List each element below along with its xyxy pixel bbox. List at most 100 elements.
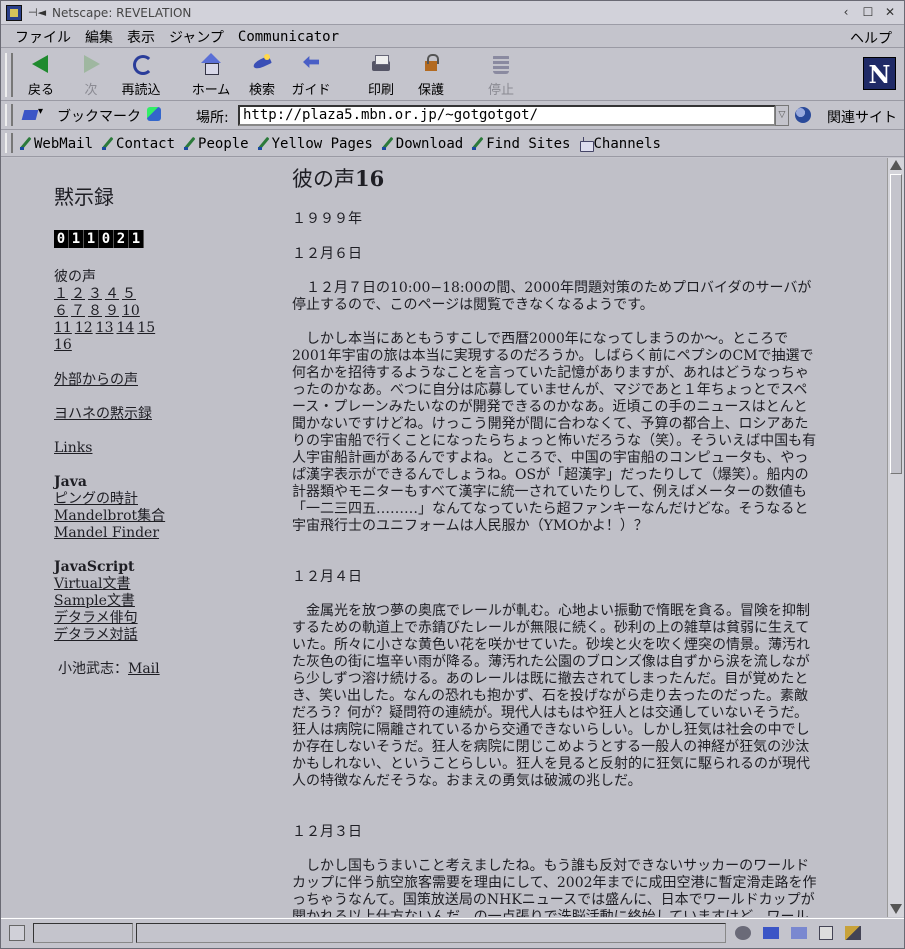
- java-link-mandelbrot[interactable]: Mandelbrot集合: [54, 508, 165, 524]
- voice-links-row-4: 16: [54, 337, 158, 354]
- voice-link[interactable]: 12: [75, 320, 93, 336]
- menu-edit[interactable]: 編集: [78, 27, 120, 47]
- minimize-icon[interactable]: ‹: [838, 5, 854, 20]
- people-label: People: [198, 135, 249, 152]
- search-button[interactable]: 検索: [234, 53, 290, 99]
- voice-links-row-1: １２３４５: [54, 286, 158, 303]
- back-button[interactable]: 戻る: [13, 53, 69, 99]
- java-link-ping-clock[interactable]: ピングの時計: [54, 491, 138, 507]
- people-link[interactable]: People: [183, 136, 249, 152]
- links-link[interactable]: Links: [54, 440, 92, 456]
- entry-paragraph: １２月７日の10:00−18:00の間、2000年問題対策のためプロバイダのサー…: [292, 280, 812, 313]
- voice-link[interactable]: ６: [54, 303, 68, 319]
- voice-link[interactable]: ５: [122, 286, 136, 302]
- menu-view[interactable]: 表示: [120, 27, 162, 47]
- location-grip[interactable]: [5, 104, 13, 126]
- bookmark-icon: [101, 137, 114, 150]
- java-link-mandel-finder[interactable]: Mandel Finder: [54, 525, 159, 541]
- js-link-haiku[interactable]: デタラメ俳句: [54, 610, 138, 626]
- menu-help[interactable]: ヘルプ: [850, 28, 892, 48]
- voice-link[interactable]: ２: [71, 286, 85, 302]
- netscape-logo[interactable]: N: [863, 57, 896, 90]
- voice-link[interactable]: 16: [54, 337, 72, 353]
- voice-link[interactable]: 15: [137, 320, 155, 336]
- js-link-sample[interactable]: Sample文書: [54, 593, 135, 609]
- status-message-field: [136, 923, 726, 943]
- entry-paragraph: 金属光を放つ夢の奥底でレールが軋む。心地よい振動で惰眠を貪る。冒険を抑制するため…: [292, 603, 810, 789]
- yellow-pages-link[interactable]: Yellow Pages: [257, 136, 373, 152]
- related-sites-icon[interactable]: [795, 107, 811, 123]
- voice-link[interactable]: ４: [105, 286, 119, 302]
- javascript-heading: JavaScript: [54, 559, 135, 575]
- year-heading: １９９９年: [292, 211, 362, 227]
- js-link-virtual[interactable]: Virtual文書: [54, 576, 131, 592]
- scroll-thumb[interactable]: [890, 174, 902, 474]
- webmail-label: WebMail: [34, 135, 94, 152]
- channels-link[interactable]: Channels: [579, 136, 661, 152]
- url-history-dropdown[interactable]: ▽: [775, 105, 789, 126]
- related-sites-button[interactable]: 関連サイト: [827, 107, 897, 127]
- print-button[interactable]: 印刷: [353, 53, 409, 99]
- bookmark-icon: [381, 137, 394, 150]
- voice-link[interactable]: １: [54, 286, 68, 302]
- john-row: ヨハネの黙示録: [54, 406, 152, 423]
- stop-button[interactable]: 停止: [473, 53, 529, 99]
- maximize-icon[interactable]: ☐: [860, 5, 876, 20]
- composer-icon[interactable]: [845, 926, 861, 940]
- url-input[interactable]: http://plaza5.mbn.or.jp/~gotgotgot/: [238, 105, 776, 126]
- channels-icon: [579, 137, 594, 152]
- scroll-up-icon[interactable]: [890, 160, 902, 170]
- menu-go[interactable]: ジャンプ: [162, 27, 231, 47]
- reload-button[interactable]: 再読込: [113, 53, 169, 99]
- webmail-link[interactable]: WebMail: [19, 136, 93, 152]
- find-sites-link[interactable]: Find Sites: [471, 136, 571, 152]
- guide-button[interactable]: ガイド: [283, 53, 339, 99]
- bookmark-icon: [19, 137, 32, 150]
- title-bar: ⊣◄ Netscape: REVELATION ‹ ☐ ✕: [1, 1, 904, 25]
- security-button[interactable]: 保護: [403, 53, 459, 99]
- news-icon[interactable]: [791, 927, 807, 939]
- scroll-down-icon[interactable]: [890, 904, 902, 914]
- menu-communicator[interactable]: Communicator: [231, 29, 346, 45]
- john-revelation-link[interactable]: ヨハネの黙示録: [54, 406, 152, 422]
- menu-file[interactable]: ファイル: [1, 27, 78, 47]
- page-proxy-icon[interactable]: [147, 107, 161, 121]
- location-label: 場所:: [196, 110, 229, 126]
- window-menu-icon[interactable]: [6, 4, 22, 21]
- lock-icon: [420, 53, 442, 75]
- voice-heading: 彼の声: [54, 269, 96, 285]
- vertical-scrollbar[interactable]: [887, 158, 904, 917]
- counter-digit: 0: [54, 230, 69, 248]
- toolbar-grip[interactable]: [5, 53, 13, 97]
- mail-icon[interactable]: [763, 927, 779, 939]
- voice-link[interactable]: ８: [88, 303, 102, 319]
- mail-link[interactable]: Mail: [128, 661, 160, 677]
- stop-icon: [490, 53, 512, 75]
- voice-link[interactable]: 13: [96, 320, 114, 336]
- visit-counter: 0 1 1 0 2 1: [54, 230, 144, 248]
- navigator-icon[interactable]: [735, 926, 751, 940]
- js-link-dialogue[interactable]: デタラメ対話: [54, 627, 138, 643]
- bookmarks-icon[interactable]: [23, 106, 45, 122]
- voice-link[interactable]: 10: [122, 303, 140, 319]
- outer-voice-link[interactable]: 外部からの声: [54, 372, 138, 388]
- security-status-icon[interactable]: [9, 925, 25, 941]
- home-button[interactable]: ホーム: [183, 53, 239, 99]
- back-arrow-icon: [30, 53, 52, 75]
- back-label: 戻る: [27, 83, 54, 98]
- pin-icon[interactable]: ⊣◄: [28, 6, 46, 19]
- download-link[interactable]: Download: [381, 136, 463, 152]
- voice-link[interactable]: ７: [71, 303, 85, 319]
- window-title: Netscape: REVELATION: [52, 5, 192, 20]
- voice-link[interactable]: 14: [116, 320, 134, 336]
- personal-grip[interactable]: [5, 133, 13, 153]
- close-icon[interactable]: ✕: [882, 5, 898, 20]
- contact-link[interactable]: Contact: [101, 136, 175, 152]
- address-book-icon[interactable]: [819, 926, 833, 940]
- bookmark-icon: [257, 137, 270, 150]
- voice-link[interactable]: ９: [105, 303, 119, 319]
- voice-link[interactable]: ３: [88, 286, 102, 302]
- voice-link[interactable]: 11: [54, 320, 72, 336]
- forward-button[interactable]: 次: [63, 53, 119, 99]
- bookmarks-button[interactable]: ブックマーク: [57, 106, 141, 126]
